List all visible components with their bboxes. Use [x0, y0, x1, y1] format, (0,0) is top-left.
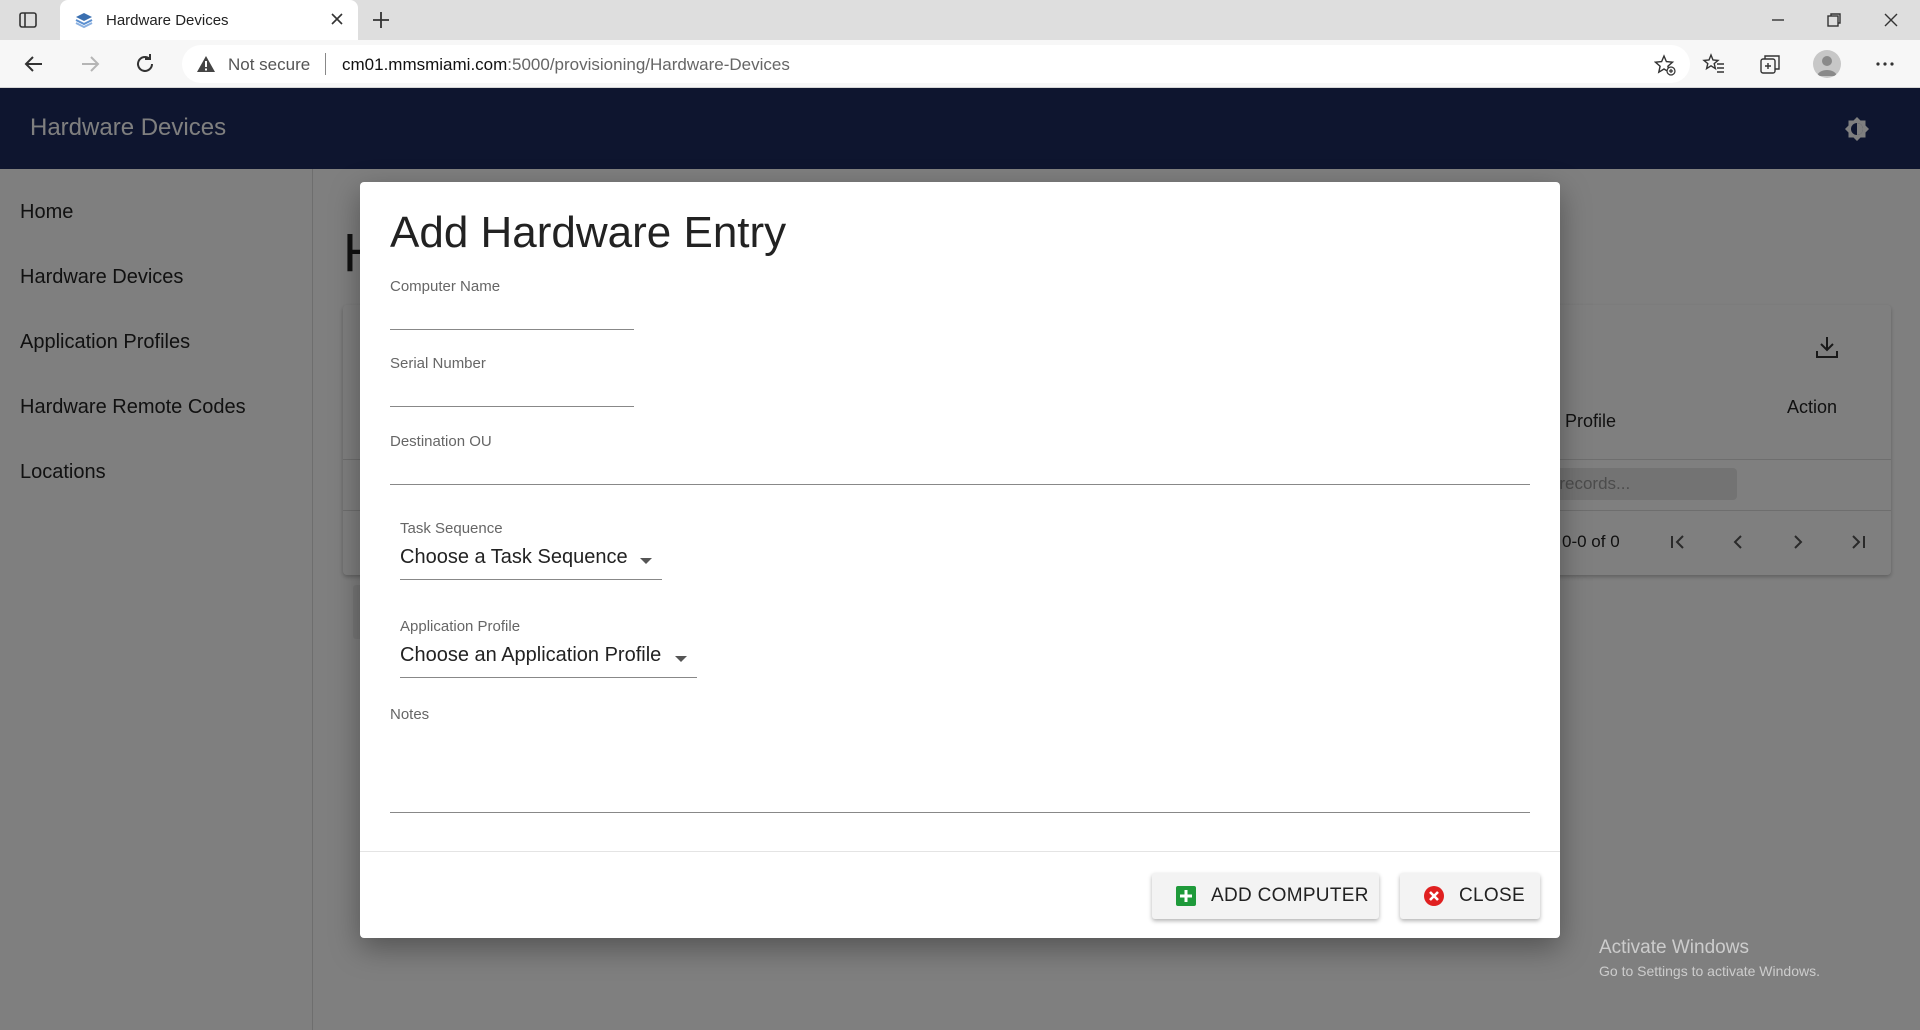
restore-icon[interactable]	[1822, 8, 1846, 32]
serial-number-input[interactable]	[390, 377, 634, 407]
new-tab-icon[interactable]	[370, 9, 392, 31]
refresh-icon[interactable]	[133, 52, 157, 76]
dropdown-arrow-icon	[640, 558, 652, 564]
windows-activation-watermark: Activate Windows Go to Settings to activ…	[1599, 937, 1820, 979]
add-computer-button[interactable]: ADD COMPUTER	[1152, 873, 1379, 919]
close-label: CLOSE	[1459, 885, 1525, 906]
url-text[interactable]: cm01.mmsmiami.com:5000/provisioning/Hard…	[342, 55, 790, 75]
task-sequence-value: Choose a Task Sequence	[400, 546, 628, 568]
close-window-icon[interactable]	[1879, 8, 1903, 32]
add-hardware-dialog: Add Hardware Entry Computer Name Serial …	[360, 182, 1560, 938]
tab-title: Hardware Devices	[106, 12, 229, 29]
task-sequence-label: Task Sequence	[400, 520, 503, 537]
notes-label: Notes	[390, 706, 430, 723]
person-icon	[1817, 56, 1837, 76]
minimize-icon[interactable]	[1766, 8, 1790, 32]
destination-ou-input[interactable]	[390, 455, 1530, 485]
warning-icon[interactable]	[196, 55, 216, 73]
profile-avatar[interactable]	[1813, 50, 1841, 78]
computer-name-label: Computer Name	[390, 278, 501, 295]
site-favicon-icon	[75, 13, 93, 29]
url-path: :5000/provisioning/Hardware-Devices	[507, 55, 790, 74]
close-button[interactable]: CLOSE	[1400, 873, 1540, 919]
close-tab-icon[interactable]	[328, 10, 346, 28]
favorites-icon[interactable]	[1702, 52, 1726, 76]
browser-toolbar: Not secure cm01.mmsmiami.com:5000/provis…	[0, 40, 1920, 88]
browser-tab-strip: Hardware Devices	[0, 0, 1920, 40]
add-computer-label: ADD COMPUTER	[1211, 885, 1369, 906]
task-sequence-select[interactable]: Choose a Task Sequence	[400, 546, 662, 580]
tab-actions-icon[interactable]	[18, 10, 38, 30]
more-options-icon[interactable]	[1873, 52, 1897, 76]
add-favorite-icon[interactable]	[1654, 54, 1676, 76]
watermark-line-1: Activate Windows	[1599, 937, 1749, 958]
notes-textarea[interactable]	[390, 730, 1530, 813]
application-profile-value: Choose an Application Profile	[400, 644, 662, 666]
serial-number-label: Serial Number	[390, 355, 486, 372]
forward-icon[interactable]	[78, 52, 102, 76]
back-icon[interactable]	[22, 52, 46, 76]
address-separator	[325, 53, 326, 75]
dialog-actions-divider	[360, 851, 1560, 852]
close-circle-icon	[1424, 886, 1444, 906]
destination-ou-label: Destination OU	[390, 433, 492, 450]
plus-square-icon	[1176, 886, 1196, 906]
url-host: cm01.mmsmiami.com	[342, 55, 508, 74]
watermark-line-2: Go to Settings to activate Windows.	[1599, 963, 1820, 979]
browser-tab[interactable]: Hardware Devices	[60, 0, 358, 40]
collections-icon[interactable]	[1758, 52, 1782, 76]
application-profile-label: Application Profile	[400, 618, 521, 635]
dropdown-arrow-icon	[675, 656, 687, 662]
security-label[interactable]: Not secure	[228, 55, 310, 75]
address-bar[interactable]: Not secure cm01.mmsmiami.com:5000/provis…	[182, 45, 1690, 83]
computer-name-input[interactable]	[390, 300, 634, 330]
dialog-title: Add Hardware Entry	[390, 208, 787, 257]
application-profile-select[interactable]: Choose an Application Profile	[400, 644, 697, 678]
